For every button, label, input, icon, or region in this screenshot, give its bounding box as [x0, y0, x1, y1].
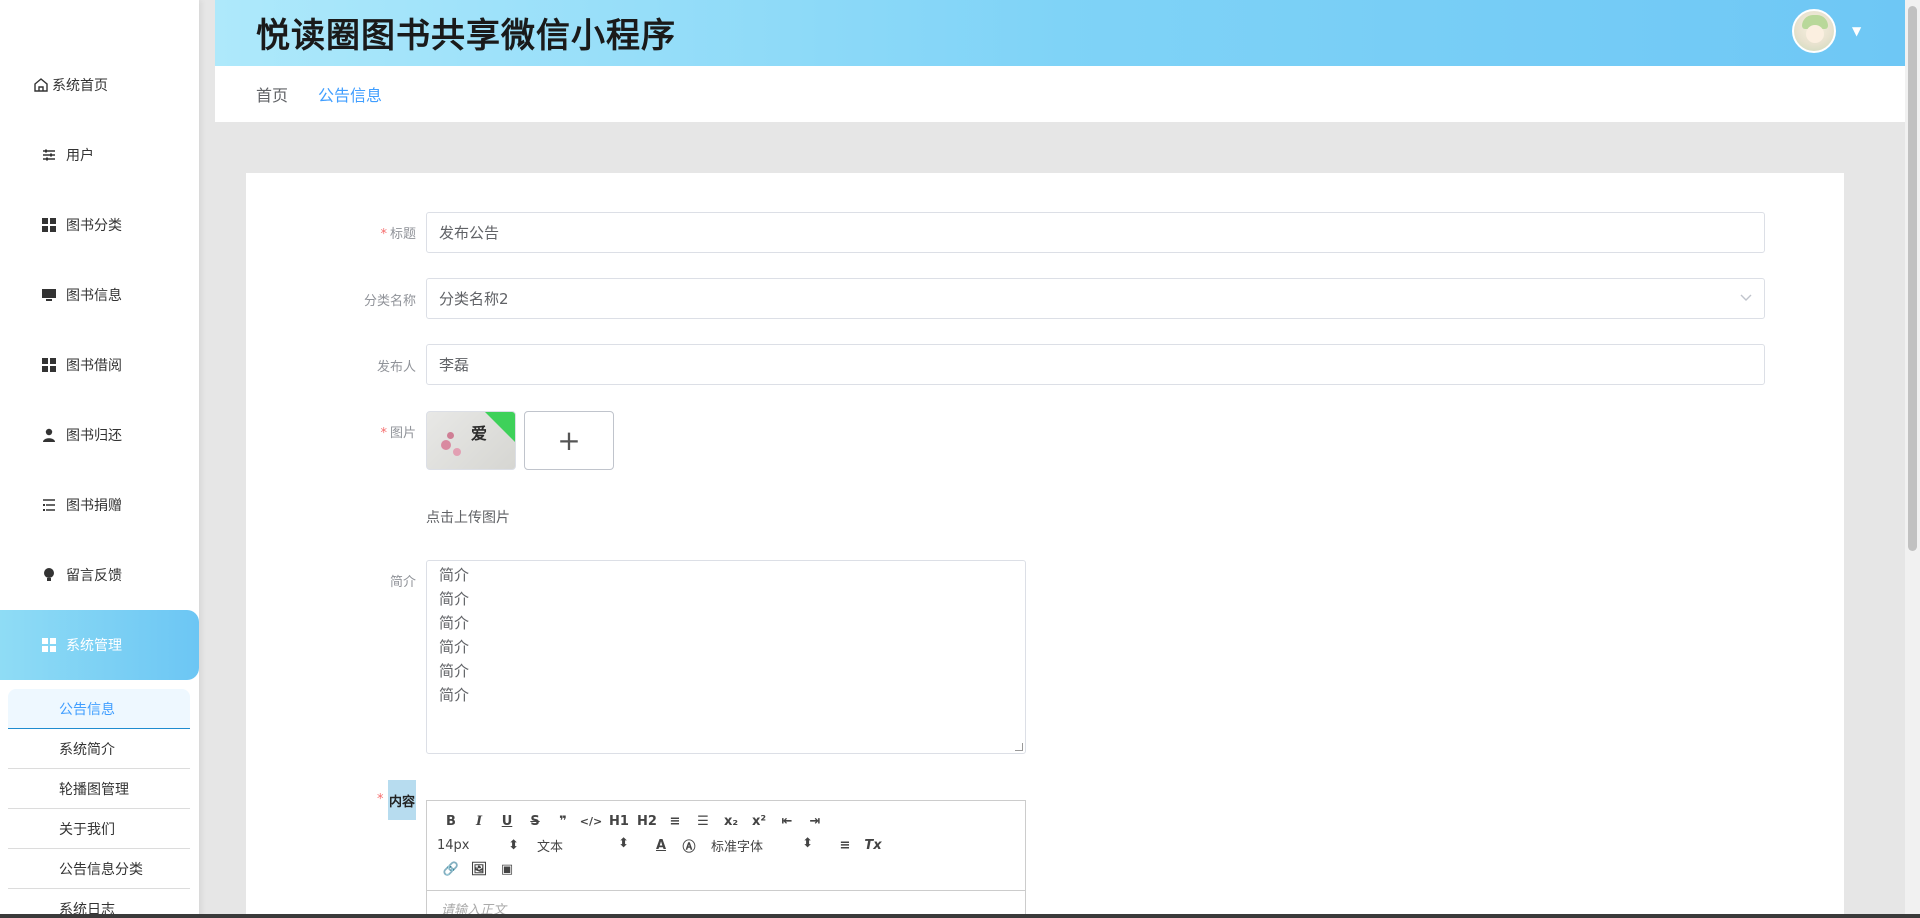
sidebar-item-book-return[interactable]: 图书归还 [0, 415, 199, 455]
updown-icon: ⬍ [802, 835, 813, 851]
avatar-face [1806, 25, 1824, 43]
toolbar-row-3: 🔗 🖼 ▣ [437, 857, 1015, 881]
toolbar-row-1: B I U S ❞ </> H1 H2 ≡ ☰ x₂ x² ⇤ ⇥ [437, 809, 1015, 833]
superscript-button[interactable]: x² [745, 814, 773, 829]
top-header: 悦读圈图书共享微信小程序 ▼ [215, 0, 1905, 66]
font-size-select[interactable]: 14px ⬍ [437, 838, 527, 853]
ordered-list-button[interactable]: ≡ [661, 814, 689, 829]
summary-textarea[interactable]: 简介 简介 简介 简介 简介 简介 [426, 560, 1026, 754]
upload-tip: 点击上传图片 [426, 510, 510, 526]
clear-format-icon[interactable]: Tx [859, 838, 887, 853]
video-icon[interactable]: ▣ [493, 862, 521, 877]
submenu-item-notice[interactable]: 公告信息 [8, 689, 190, 729]
link-icon[interactable]: 🔗 [437, 862, 465, 877]
font-family-select[interactable]: 标准字体 ⬍ [711, 836, 821, 855]
thumb-flower [453, 448, 461, 456]
sidebar-item-label: 系统管理 [66, 638, 122, 654]
sidebar: 系统首页 用户 图书分类 图书信息 图书借阅 图书归还 图书捐赠 留言反馈 系统… [0, 0, 199, 918]
resize-handle[interactable] [1015, 743, 1023, 751]
app-title: 悦读圈图书共享微信小程序 [256, 16, 676, 56]
sidebar-item-label: 图书归还 [66, 428, 122, 444]
breadcrumb: 首页 公告信息 [215, 66, 1905, 122]
submenu-item-notice-category[interactable]: 公告信息分类 [8, 849, 190, 889]
sidebar-item-home[interactable]: 系统首页 [0, 65, 199, 105]
content-label: 内容 [388, 780, 416, 820]
sidebar-item-label: 图书捐赠 [66, 498, 122, 514]
submenu-item-carousel[interactable]: 轮播图管理 [8, 769, 190, 809]
sidebar-item-book-borrow[interactable]: 图书借阅 [0, 345, 199, 385]
grid-icon [40, 356, 58, 374]
category-select[interactable]: 分类名称2 [426, 278, 1765, 319]
updown-icon: ⬍ [508, 837, 519, 853]
sidebar-item-feedback[interactable]: 留言反馈 [0, 555, 199, 595]
sidebar-item-label: 用户 [66, 148, 94, 164]
subscript-button[interactable]: x₂ [717, 814, 745, 829]
sidebar-item-label: 图书分类 [66, 218, 122, 234]
outdent-button[interactable]: ⇤ [773, 814, 801, 829]
upload-add-button[interactable]: + [524, 411, 614, 470]
strike-button[interactable]: S [521, 814, 549, 829]
sidebar-item-book-donation[interactable]: 图书捐赠 [0, 485, 199, 525]
align-icon[interactable]: ≡ [831, 838, 859, 853]
lightbulb-icon [40, 566, 58, 584]
h2-button[interactable]: H2 [633, 814, 661, 829]
monitor-icon [40, 286, 58, 304]
sidebar-item-book-info[interactable]: 图书信息 [0, 275, 199, 315]
submenu-item-system-intro[interactable]: 系统简介 [8, 729, 190, 769]
indent-button[interactable]: ⇥ [801, 814, 829, 829]
scrollbar-thumb[interactable] [1908, 6, 1917, 551]
home-icon [32, 76, 50, 94]
sidebar-item-label: 系统首页 [52, 78, 108, 94]
sidebar-item-users[interactable]: 用户 [0, 135, 199, 175]
bold-button[interactable]: B [437, 814, 465, 829]
sliders-icon [40, 146, 58, 164]
underline-button[interactable]: U [493, 814, 521, 829]
system-submenu: 公告信息 系统简介 轮播图管理 关于我们 公告信息分类 系统日志 [8, 689, 190, 918]
toolbar-row-2: 14px ⬍ 文本 ⬍ A Ⓐ 标准字体 ⬍ ≡ Tx [437, 833, 1015, 857]
title-label: * 标题 [380, 227, 416, 242]
list-icon [40, 496, 58, 514]
publisher-input[interactable]: 李磊 [426, 344, 1765, 385]
sidebar-item-label: 留言反馈 [66, 568, 122, 584]
image-label: * 图片 [380, 426, 416, 441]
background-color-icon[interactable]: Ⓐ [675, 836, 703, 855]
breadcrumb-current: 公告信息 [318, 86, 383, 105]
chevron-down-icon [1740, 291, 1752, 306]
grid-icon [40, 636, 58, 654]
required-mark: * [377, 792, 384, 807]
plus-icon: + [557, 424, 581, 457]
image-icon[interactable]: 🖼 [465, 862, 493, 877]
sidebar-item-book-category[interactable]: 图书分类 [0, 205, 199, 245]
uploaded-image-thumbnail[interactable]: 爱 [426, 411, 516, 470]
thumb-flower [441, 440, 451, 450]
sidebar-item-label: 图书信息 [66, 288, 122, 304]
user-avatar[interactable] [1792, 9, 1836, 53]
italic-button[interactable]: I [465, 814, 493, 829]
submenu-item-about-us[interactable]: 关于我们 [8, 809, 190, 849]
font-color-icon[interactable]: A [647, 838, 675, 853]
bottom-strip [0, 914, 1920, 918]
grid-icon [40, 216, 58, 234]
thumb-flower [447, 432, 454, 439]
blockquote-button[interactable]: ❞ [549, 814, 577, 829]
code-button[interactable]: </> [577, 815, 605, 828]
publisher-label: 发布人 [376, 360, 416, 375]
page-scrollbar[interactable] [1905, 0, 1920, 918]
summary-label: 简介 [389, 575, 416, 590]
h1-button[interactable]: H1 [605, 814, 633, 829]
sidebar-item-system-management[interactable]: 系统管理 [0, 610, 199, 680]
category-label: 分类名称 [363, 294, 416, 309]
editor-toolbar: B I U S ❞ </> H1 H2 ≡ ☰ x₂ x² ⇤ ⇥ 14px ⬍ … [427, 801, 1025, 891]
sidebar-item-label: 图书借阅 [66, 358, 122, 374]
user-icon [40, 426, 58, 444]
updown-icon: ⬍ [618, 835, 629, 851]
bullet-list-button[interactable]: ☰ [689, 814, 717, 829]
title-input[interactable]: 发布公告 [426, 212, 1765, 253]
thumb-corner [485, 412, 515, 442]
caret-down-icon[interactable]: ▼ [1852, 24, 1861, 38]
header-select[interactable]: 文本 ⬍ [537, 836, 637, 855]
breadcrumb-home[interactable]: 首页 [256, 82, 288, 106]
rich-text-editor[interactable]: B I U S ❞ </> H1 H2 ≡ ☰ x₂ x² ⇤ ⇥ 14px ⬍ … [426, 800, 1026, 918]
